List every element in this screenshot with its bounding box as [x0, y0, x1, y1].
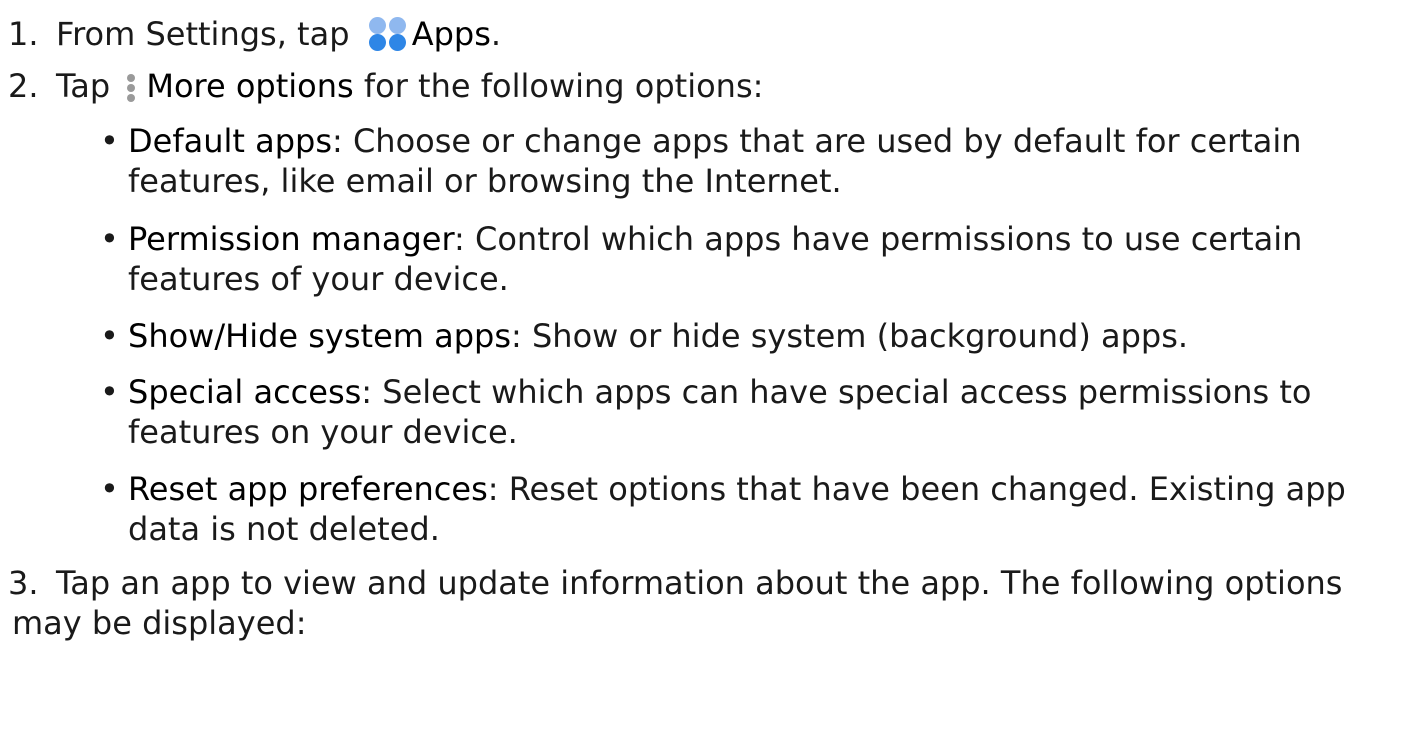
- apps-icon-dot: [388, 17, 406, 34]
- bullet-marker: •: [100, 122, 119, 160]
- bullet-term: Default apps: [128, 122, 332, 160]
- more-options-dot: [127, 94, 136, 102]
- step-line-1: Tap an app to view and update informatio…: [56, 564, 1343, 602]
- apps-icon-dot: [368, 34, 386, 51]
- bullet-line-2: features of your device.: [128, 260, 509, 298]
- bullet-default-apps: • Default apps: Choose or change apps th…: [100, 121, 1402, 201]
- bullet-reset-app-preferences: • Reset app preferences: Reset options t…: [100, 469, 1402, 549]
- bullet-desc: : Select which apps can have special acc…: [361, 373, 1312, 411]
- step-text-post: for the following options:: [353, 67, 764, 105]
- bullet-term: Show/Hide system apps: [128, 317, 512, 355]
- apps-icon: [366, 17, 410, 51]
- bullet-line-2: features on your device.: [128, 413, 518, 451]
- bullet-line-1: Reset app preferences: Reset options tha…: [128, 469, 1402, 509]
- bullet-line-1: Permission manager: Control which apps h…: [128, 219, 1402, 259]
- step-number: 3.: [8, 564, 39, 602]
- more-options-dot: [127, 74, 136, 82]
- bullet-text: Show/Hide system apps: Show or hide syst…: [128, 316, 1402, 356]
- bullet-marker: •: [100, 317, 119, 355]
- bullet-desc: : Control which apps have permissions to…: [454, 220, 1303, 258]
- bullet-marker: •: [100, 220, 119, 258]
- more-options-term: More options: [146, 67, 354, 105]
- bullet-desc: : Reset options that have been changed. …: [487, 470, 1346, 508]
- apps-icon-dot: [388, 34, 406, 51]
- step-number: 2.: [8, 67, 39, 105]
- step-text: Tap an app to view and update informatio…: [12, 563, 1402, 643]
- more-options-icon: [124, 71, 138, 105]
- step-text-post: .: [490, 15, 502, 53]
- bullet-term: Reset app preferences: [128, 470, 488, 508]
- step-text-pre: Tap: [56, 67, 111, 105]
- bullet-marker: •: [100, 373, 119, 411]
- bullet-permission-manager: • Permission manager: Control which apps…: [100, 219, 1402, 299]
- step-2: 2. Tap More options for the following op…: [8, 66, 1402, 106]
- bullet-term: Special access: [128, 373, 362, 411]
- bullet-marker: •: [100, 470, 119, 508]
- bullet-term: Permission manager: [128, 220, 455, 258]
- step-line-2: may be displayed:: [12, 604, 307, 642]
- bullet-desc: : Choose or change apps that are used by…: [332, 122, 1302, 160]
- bullet-text: Special access: Select which apps can ha…: [128, 372, 1402, 452]
- step-text: Tap More options for the following optio…: [56, 66, 1402, 106]
- step-text-pre: From Settings, tap: [56, 15, 350, 53]
- bullet-text: Reset app preferences: Reset options tha…: [128, 469, 1402, 549]
- bullet-show-hide-system-apps: • Show/Hide system apps: Show or hide sy…: [100, 316, 1402, 356]
- bullet-desc: : Show or hide system (background) apps.: [511, 317, 1189, 355]
- step-text: From Settings, tap Apps.: [56, 14, 1402, 54]
- more-options-dot: [127, 84, 136, 92]
- bullet-line-2: features, like email or browsing the Int…: [128, 162, 842, 200]
- bullet-special-access: • Special access: Select which apps can …: [100, 372, 1402, 452]
- apps-term: Apps: [411, 15, 491, 53]
- bullet-line-2: data is not deleted.: [128, 510, 440, 548]
- bullet-line-1: Special access: Select which apps can ha…: [128, 372, 1402, 412]
- bullet-line-1: Show/Hide system apps: Show or hide syst…: [128, 316, 1402, 356]
- bullet-text: Default apps: Choose or change apps that…: [128, 121, 1402, 201]
- step-number: 1.: [8, 15, 39, 53]
- bullet-text: Permission manager: Control which apps h…: [128, 219, 1402, 299]
- apps-icon-dot: [368, 17, 386, 34]
- step-3: 3. Tap an app to view and update informa…: [8, 563, 1402, 643]
- bullet-line-1: Default apps: Choose or change apps that…: [128, 121, 1402, 161]
- step-1: 1. From Settings, tap Apps.: [8, 14, 1402, 54]
